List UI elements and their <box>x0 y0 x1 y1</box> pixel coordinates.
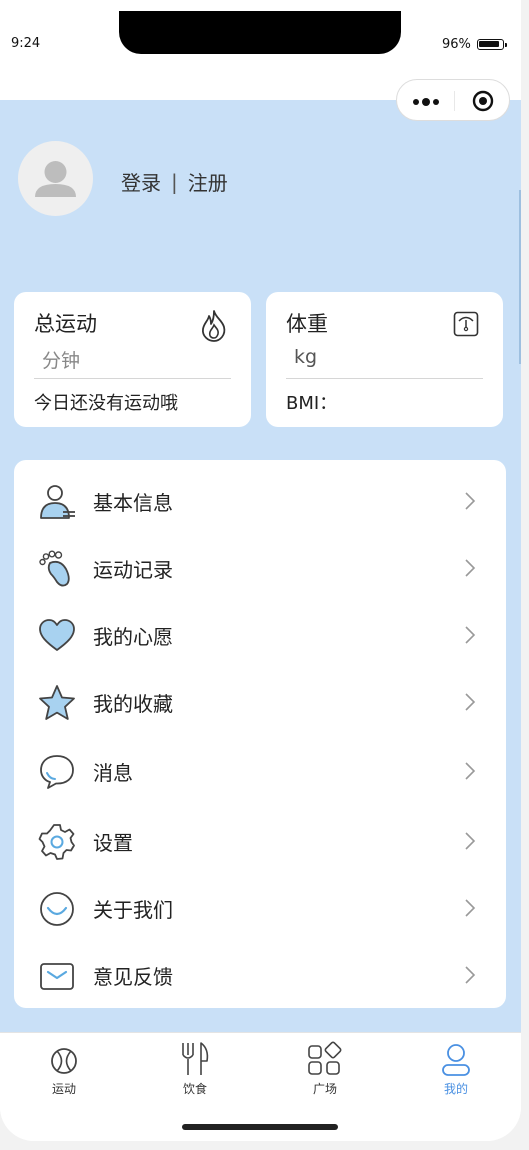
tab-square[interactable]: 广场 <box>285 1033 365 1103</box>
exercise-unit: 分钟 <box>42 350 81 372</box>
register-link[interactable]: 注册 <box>188 167 228 196</box>
login-separator: | <box>171 169 178 194</box>
smile-icon <box>40 892 74 926</box>
chevron-right-icon <box>465 899 476 917</box>
battery-icon <box>476 39 507 50</box>
footprint-icon <box>39 550 70 587</box>
login-register: 登录 | 注册 <box>121 167 228 196</box>
mail-icon <box>40 963 74 990</box>
menu-list: 基本信息 运动记录 我的心愿 我的收藏 消息 设置 关于我们 意见反馈 <box>14 460 506 1008</box>
menu-item-label: 消息 <box>93 761 133 785</box>
message-icon <box>40 755 74 789</box>
weight-title: 体重 <box>286 312 328 336</box>
user-info-icon <box>40 485 75 519</box>
tab-label: 广场 <box>312 1082 337 1096</box>
menu-item-label: 关于我们 <box>93 898 173 922</box>
tab-bar: 运动 饮食 广场 我的 <box>0 1032 521 1141</box>
exercise-title: 总运动 <box>34 312 97 336</box>
login-link[interactable]: 登录 <box>121 167 161 196</box>
chevron-right-icon <box>465 762 476 780</box>
more-dot <box>413 99 419 105</box>
close-target-icon[interactable] <box>472 90 494 112</box>
tab-label: 饮食 <box>182 1082 207 1096</box>
more-dot <box>422 98 430 106</box>
main-content: 登录 | 注册 总运动 分钟 今日还没有运动哦 体重 kg BMI： 基本信息 … <box>0 100 521 1032</box>
scroll-indicator <box>519 190 521 364</box>
battery-indicator: 96% <box>442 37 507 52</box>
avatar-placeholder-icon <box>35 161 76 197</box>
notch <box>119 11 401 54</box>
menu-item-label: 我的收藏 <box>93 692 173 716</box>
chevron-right-icon <box>465 832 476 850</box>
star-icon <box>39 685 75 720</box>
heart-icon <box>39 619 75 651</box>
menu-item-feedback[interactable]: 意见反馈 <box>14 945 506 1005</box>
exercise-card[interactable]: 总运动 分钟 今日还没有运动哦 <box>14 292 251 427</box>
menu-item-about-us[interactable]: 关于我们 <box>14 878 506 938</box>
ball-icon <box>51 1048 77 1074</box>
battery-fill <box>478 41 499 47</box>
chevron-right-icon <box>465 693 476 711</box>
chevron-right-icon <box>465 626 476 644</box>
tab-label: 运动 <box>51 1082 76 1096</box>
menu-item-label: 运动记录 <box>93 558 173 582</box>
status-time: 9:24 <box>11 36 41 51</box>
battery-percent: 96% <box>442 37 471 52</box>
more-dot <box>433 99 439 105</box>
tab-label: 我的 <box>443 1082 468 1096</box>
gear-icon <box>38 824 75 860</box>
chevron-right-icon <box>465 559 476 577</box>
menu-item-label: 基本信息 <box>93 491 173 515</box>
mini-program-capsule <box>396 79 510 121</box>
menu-item-label: 意见反馈 <box>93 965 173 989</box>
avatar[interactable] <box>18 141 93 216</box>
menu-item-favorites[interactable]: 我的收藏 <box>14 672 506 732</box>
more-icon[interactable] <box>413 98 439 106</box>
menu-item-settings[interactable]: 设置 <box>14 811 506 871</box>
person-icon <box>442 1044 470 1076</box>
battery-cap <box>504 43 507 47</box>
menu-item-wishes[interactable]: 我的心愿 <box>14 605 506 665</box>
weight-card[interactable]: 体重 kg BMI： <box>266 292 503 427</box>
exercise-note: 今日还没有运动哦 <box>34 393 178 414</box>
tab-exercise[interactable]: 运动 <box>24 1033 104 1103</box>
menu-item-label: 我的心愿 <box>93 625 173 649</box>
tab-diet[interactable]: 饮食 <box>155 1033 235 1103</box>
weight-divider <box>286 378 483 379</box>
home-indicator <box>182 1124 338 1130</box>
exercise-divider <box>34 378 231 379</box>
menu-item-label: 设置 <box>93 831 133 855</box>
fork-knife-icon <box>182 1042 209 1075</box>
apps-icon <box>308 1041 342 1075</box>
tab-mine[interactable]: 我的 <box>416 1033 496 1103</box>
menu-item-exercise-record[interactable]: 运动记录 <box>14 538 506 598</box>
scale-icon <box>453 311 479 337</box>
capsule-divider <box>454 91 455 111</box>
weight-unit: kg <box>294 346 318 368</box>
flame-icon <box>202 310 226 342</box>
menu-item-basic-info[interactable]: 基本信息 <box>14 471 506 531</box>
chevron-right-icon <box>465 492 476 510</box>
phone-screen: 9:24 96% 登录 | 注册 总运动 分钟 今日还没有运动哦 体重 kg B… <box>0 0 521 1141</box>
chevron-right-icon <box>465 966 476 984</box>
menu-item-messages[interactable]: 消息 <box>14 741 506 801</box>
bmi-label: BMI： <box>286 393 338 414</box>
